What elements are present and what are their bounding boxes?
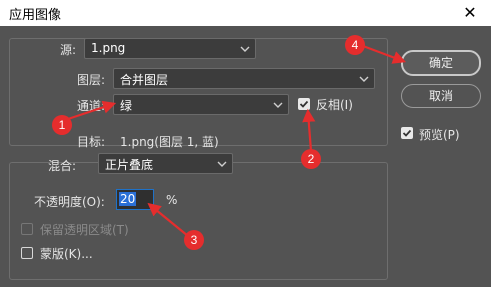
title-bar: 应用图像 ✕ bbox=[0, 0, 491, 26]
opacity-input[interactable]: 20 bbox=[116, 189, 154, 210]
chevron-down-icon bbox=[359, 76, 369, 82]
opacity-label: 不透明度(O): bbox=[34, 195, 105, 209]
opacity-unit: % bbox=[166, 193, 178, 207]
channel-label: 通道: bbox=[77, 99, 106, 113]
checkmark-icon bbox=[402, 129, 412, 137]
source-label: 源: bbox=[60, 43, 77, 57]
checkmark-icon bbox=[299, 100, 309, 108]
layer-select[interactable]: 合并图层 bbox=[113, 68, 375, 89]
window-title: 应用图像 bbox=[9, 8, 62, 23]
blending-label: 混合: bbox=[48, 159, 77, 173]
chevron-down-icon bbox=[273, 102, 283, 108]
close-icon[interactable]: ✕ bbox=[459, 2, 481, 24]
mask-checkbox[interactable] bbox=[21, 247, 33, 259]
annotation-marker-1: 1 bbox=[52, 115, 72, 135]
annotation-marker-3: 3 bbox=[184, 230, 204, 250]
opacity-value: 20 bbox=[119, 192, 137, 206]
layer-label: 图层: bbox=[77, 73, 106, 87]
preview-checkbox[interactable] bbox=[401, 127, 413, 139]
preview-label[interactable]: 预览(P) bbox=[419, 126, 460, 143]
blending-select[interactable]: 正片叠底 bbox=[98, 153, 233, 174]
preserve-transparency-label: 保留透明区域(T) bbox=[40, 223, 129, 237]
annotation-marker-2: 2 bbox=[301, 149, 321, 169]
blending-value: 正片叠底 bbox=[105, 158, 154, 172]
chevron-down-icon bbox=[240, 46, 250, 52]
layer-value: 合并图层 bbox=[120, 73, 169, 87]
apply-image-dialog: 应用图像 ✕ 源: 1.png 图层: 合并图层 通道: 绿 反相(I) 目标:… bbox=[0, 0, 491, 287]
chevron-down-icon bbox=[217, 161, 227, 167]
mask-label[interactable]: 蒙版(K)... bbox=[40, 245, 93, 262]
source-value: 1.png bbox=[91, 41, 126, 55]
invert-label[interactable]: 反相(I) bbox=[316, 96, 353, 113]
target-label: 目标: bbox=[77, 135, 106, 149]
cancel-button[interactable]: 取消 bbox=[401, 84, 481, 108]
source-select[interactable]: 1.png bbox=[84, 38, 256, 59]
target-value: 1.png(图层 1, 蓝) bbox=[120, 135, 219, 149]
invert-checkbox[interactable] bbox=[298, 98, 310, 110]
channel-value: 绿 bbox=[120, 99, 133, 113]
annotation-marker-4: 4 bbox=[345, 35, 365, 55]
ok-button[interactable]: 确定 bbox=[401, 50, 481, 76]
preserve-transparency-checkbox[interactable] bbox=[21, 223, 33, 235]
channel-select[interactable]: 绿 bbox=[113, 94, 289, 115]
